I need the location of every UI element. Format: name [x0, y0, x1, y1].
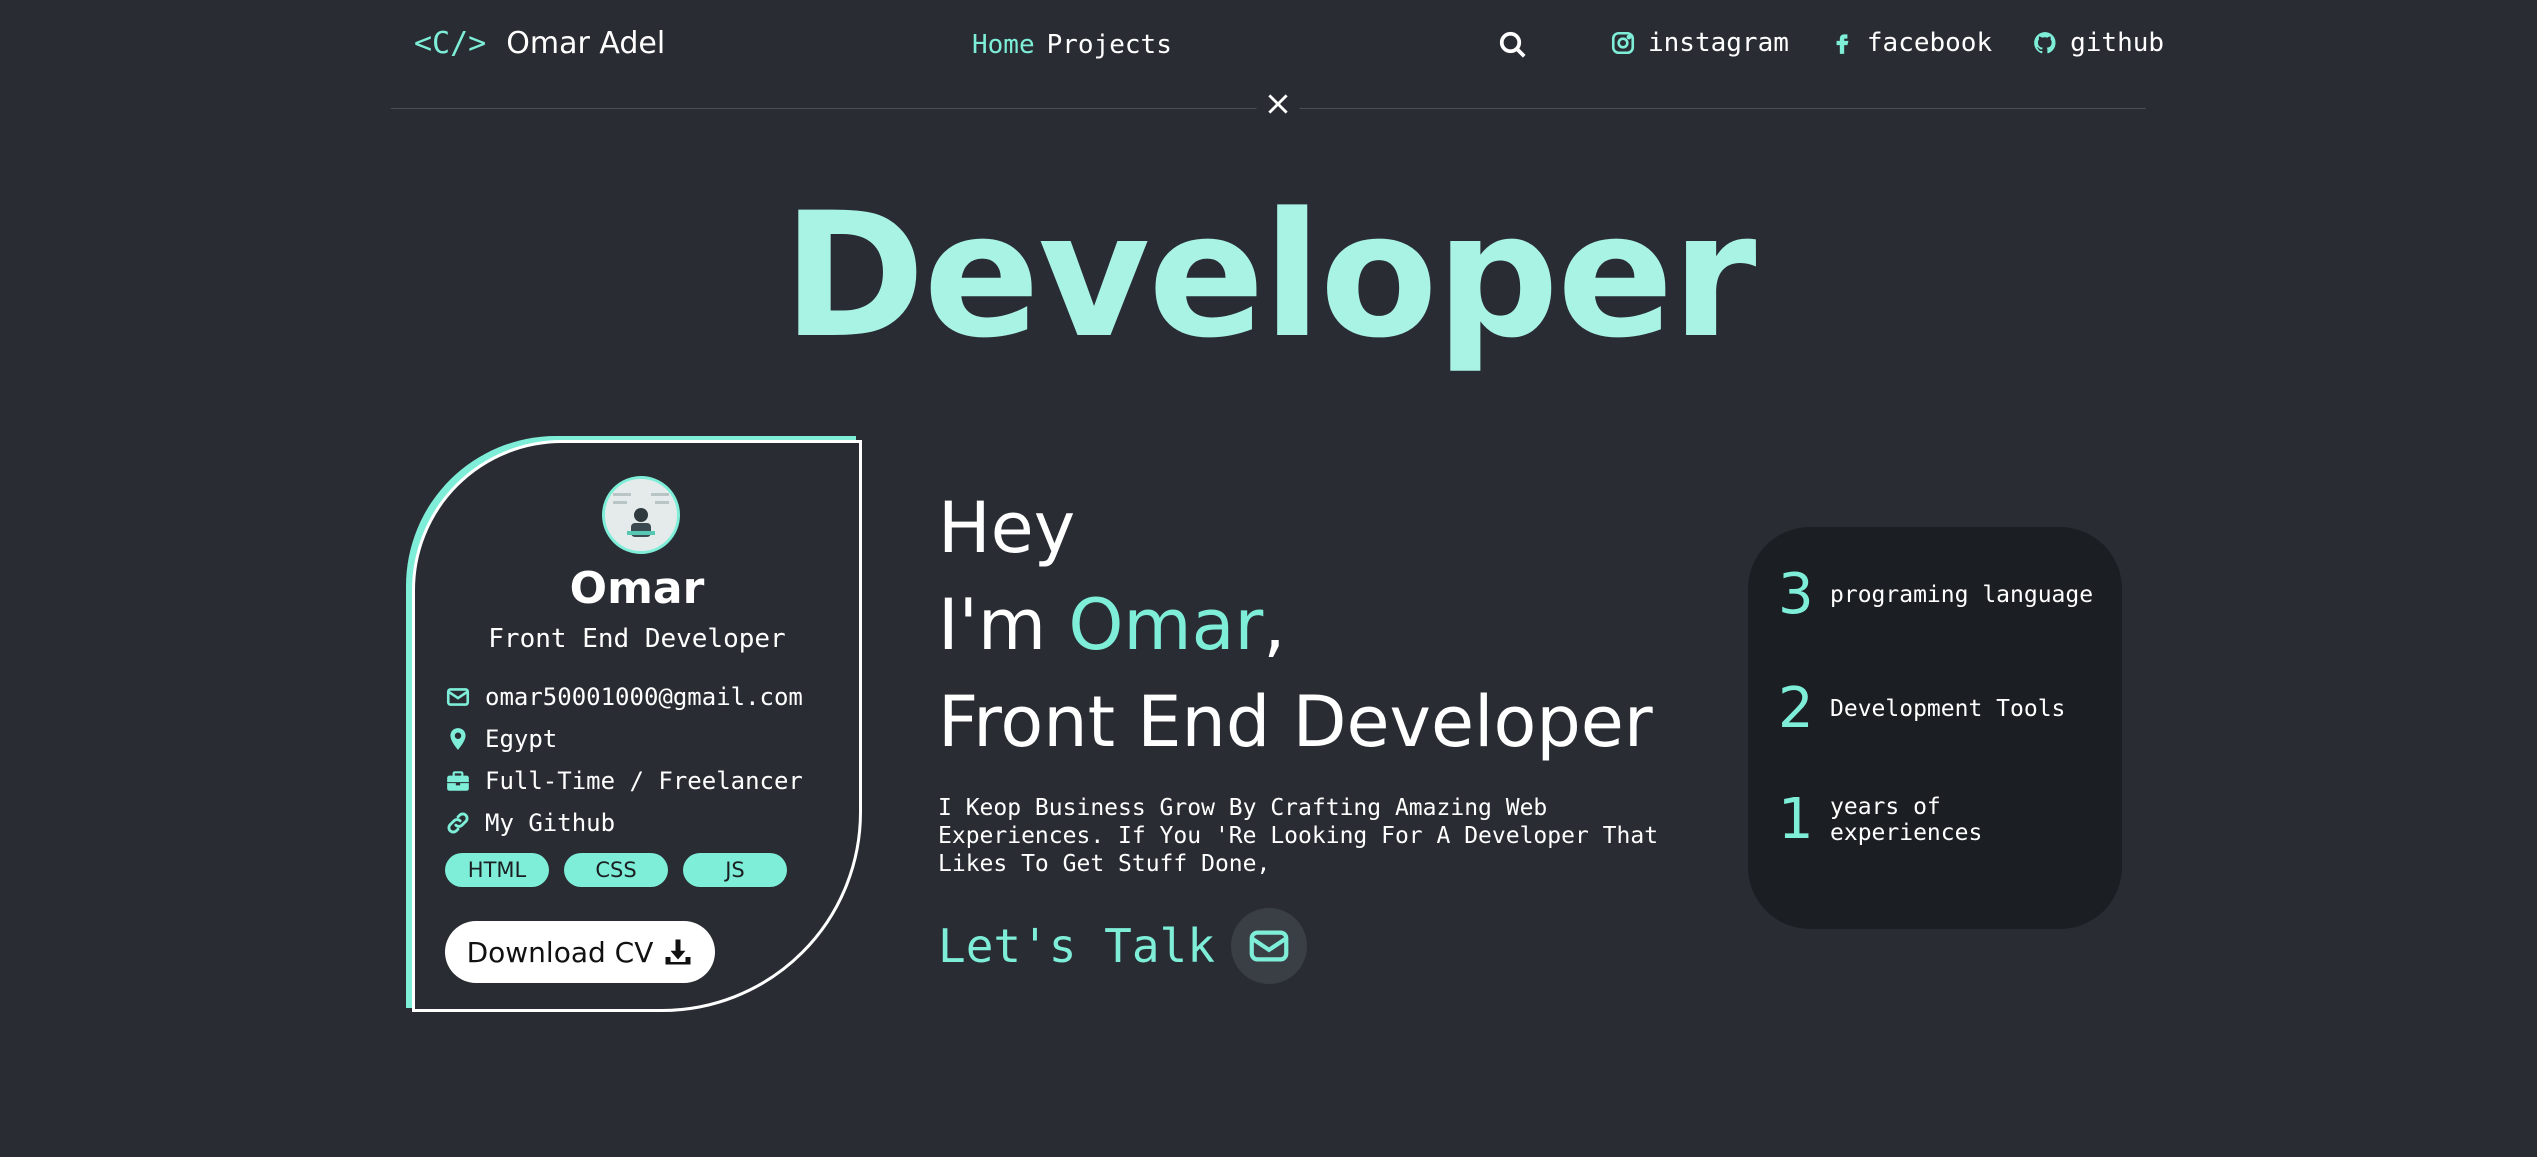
social-facebook[interactable]: facebook	[1829, 28, 1992, 58]
nav-menu: Home Projects	[972, 30, 1172, 60]
stat-number: 2	[1778, 676, 1814, 741]
stat-item: 3 programing language	[1778, 567, 2100, 623]
facebook-icon	[1836, 34, 1849, 54]
instagram-icon	[1611, 31, 1635, 55]
stat-label: Development Tools	[1830, 696, 2066, 722]
envelope-icon	[446, 688, 470, 706]
logo-code: <C/>	[414, 26, 487, 61]
card-role: Front End Developer	[488, 624, 786, 654]
stats-panel: 3 programing language 2 Development Tool…	[1748, 527, 2122, 929]
stat-number: 3	[1778, 562, 1814, 627]
social-github-label: github	[2070, 28, 2165, 58]
close-button[interactable]	[1256, 82, 1300, 126]
avatar	[602, 476, 680, 554]
briefcase-icon	[447, 771, 469, 791]
lets-talk-label: Let's Talk	[938, 919, 1215, 973]
intro-im: I'm	[938, 584, 1069, 666]
intro-im-line: I'm Omar,	[938, 577, 1653, 674]
stat-item: 1 years of experiences	[1778, 792, 2100, 848]
link-icon	[447, 812, 469, 834]
download-cv-label: Download CV	[466, 935, 654, 969]
close-icon	[1268, 94, 1288, 114]
hero-title: Developer	[782, 175, 1757, 376]
search-icon[interactable]	[1498, 30, 1528, 60]
card-job-type: Full-Time / Freelancer	[445, 767, 803, 795]
intro-hey: Hey	[938, 487, 1076, 569]
stat-number: 1	[1778, 787, 1814, 852]
envelope-icon	[1249, 930, 1289, 962]
card-email[interactable]: omar50001000@gmail.com	[445, 683, 803, 711]
card-location: Egypt	[445, 725, 557, 753]
profile-card: Omar Front End Developer omar50001000@gm…	[412, 440, 862, 1012]
card-job-type-text: Full-Time / Freelancer	[485, 767, 803, 795]
intro: Hey I'm Omar, Front End Developer	[938, 480, 1653, 771]
card-name: Omar	[569, 563, 705, 614]
card-location-text: Egypt	[485, 725, 558, 753]
social-github[interactable]: github	[2032, 28, 2164, 58]
location-pin-icon	[450, 728, 466, 750]
social-instagram[interactable]: instagram	[1610, 28, 1789, 58]
social-instagram-label: instagram	[1648, 28, 1789, 58]
skill-tags: HTML CSS JS	[445, 853, 787, 887]
nav-link-projects[interactable]: Projects	[1047, 30, 1172, 60]
intro-name: Omar	[1068, 584, 1264, 666]
lets-talk[interactable]: Let's Talk	[938, 908, 1307, 984]
intro-role: Front End Developer	[938, 681, 1653, 763]
card-email-text: omar50001000@gmail.com	[485, 683, 803, 711]
intro-description: I Keop Business Grow By Crafting Amazing…	[938, 795, 1659, 877]
social-facebook-label: facebook	[1866, 28, 1993, 58]
tag-js: JS	[683, 853, 787, 887]
card-github-link[interactable]: My Github	[445, 809, 615, 837]
social-links: instagram facebook github	[1610, 28, 2164, 58]
card-github-link-text: My Github	[485, 809, 616, 837]
lets-talk-button[interactable]	[1230, 908, 1307, 984]
logo-name: Omar Adel	[506, 26, 666, 61]
nav-link-home[interactable]: Home	[972, 30, 1035, 60]
download-icon	[665, 939, 691, 965]
intro-comma: ,	[1263, 584, 1286, 666]
stat-label: years of experiences	[1830, 794, 1983, 846]
tag-css: CSS	[564, 853, 668, 887]
stat-label: programing language	[1830, 582, 2094, 608]
tag-html: HTML	[445, 853, 549, 887]
download-cv-button[interactable]: Download CV	[445, 921, 715, 983]
stat-item: 2 Development Tools	[1778, 681, 2100, 737]
logo[interactable]: <C/> Omar Adel	[414, 26, 665, 61]
github-icon	[2034, 32, 2056, 54]
